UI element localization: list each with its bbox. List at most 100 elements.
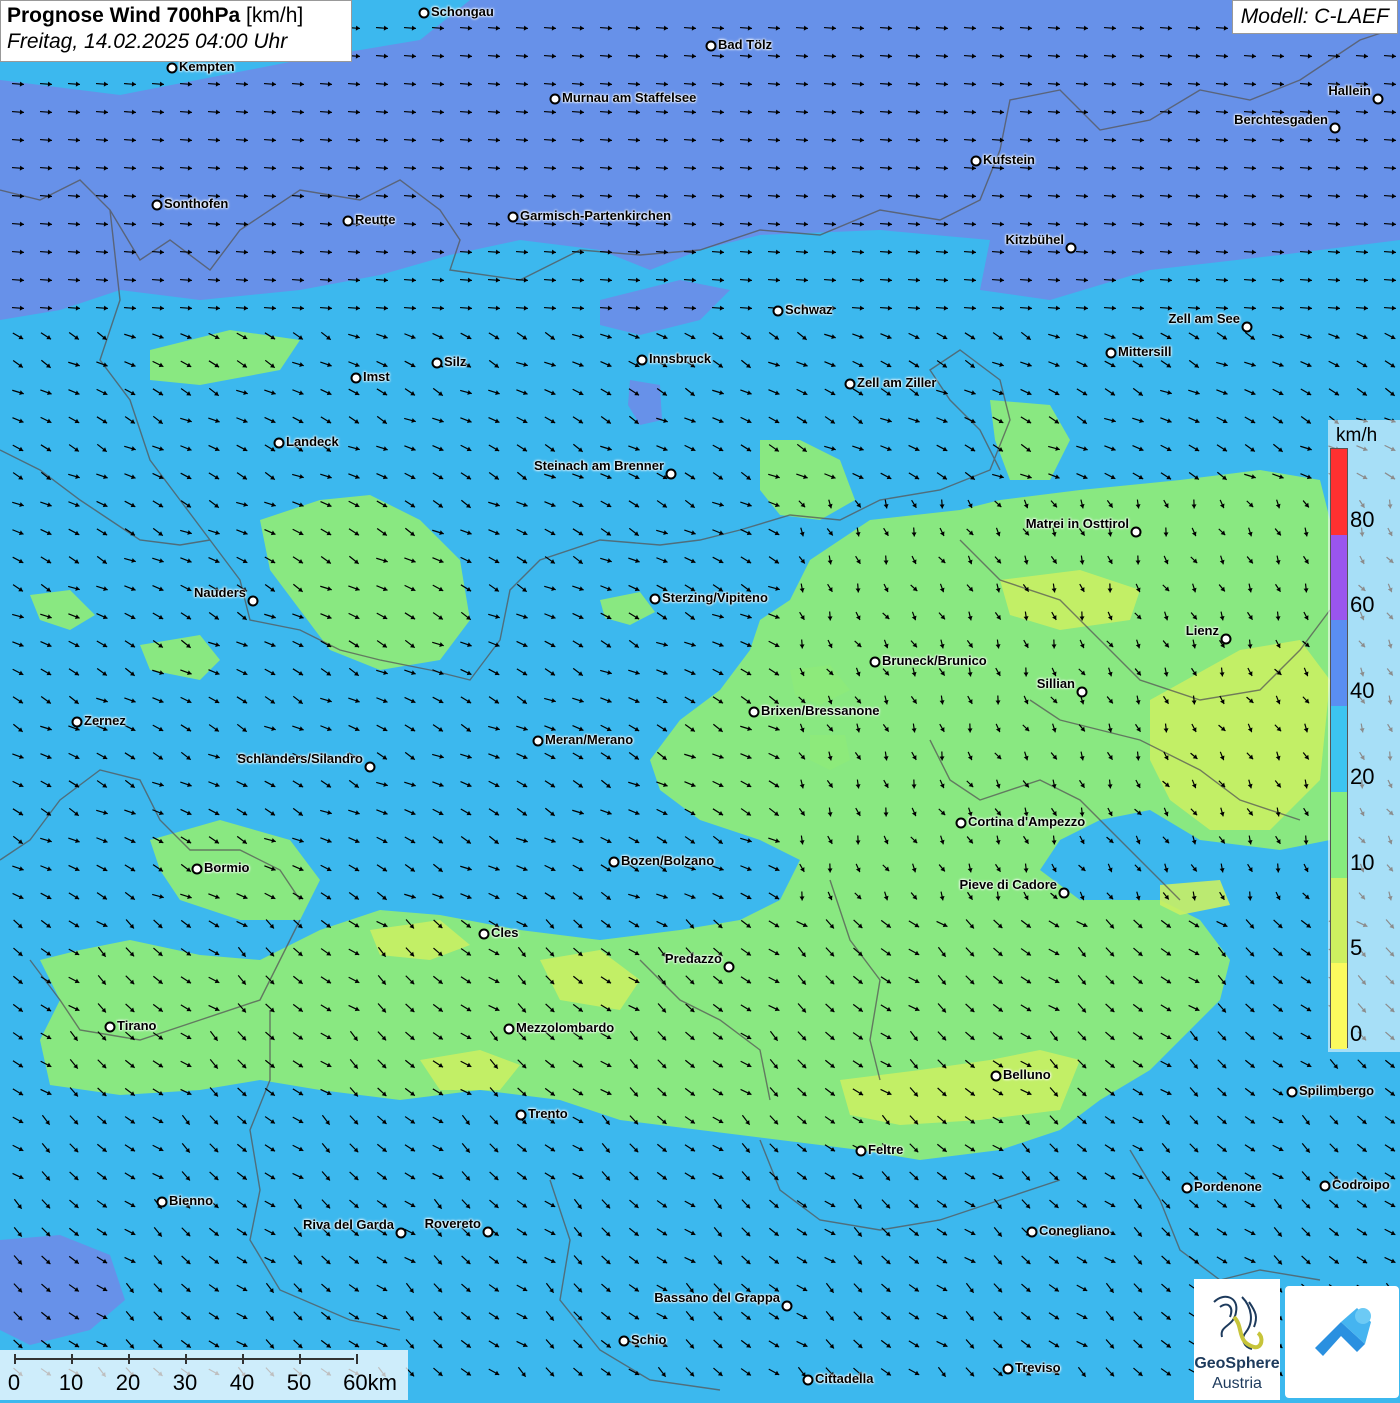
city-marker <box>1221 634 1232 645</box>
city-label: Bassano del Grappa <box>654 1290 780 1305</box>
legend-swatch <box>1331 706 1347 792</box>
city-marker <box>870 657 881 668</box>
scale-tick <box>128 1354 130 1364</box>
city-marker <box>274 438 285 449</box>
scale-label: 30 <box>173 1370 197 1396</box>
city-marker <box>724 962 735 973</box>
city-marker <box>609 857 620 868</box>
city-label: Landeck <box>286 434 339 449</box>
city-marker <box>1320 1181 1331 1192</box>
scale-line <box>14 1358 354 1360</box>
legend-tick-label: 5 <box>1350 935 1362 961</box>
city-marker <box>248 596 259 607</box>
city-label: Bruneck/Brunico <box>882 653 987 668</box>
city-label: Imst <box>363 369 390 384</box>
city-marker <box>956 818 967 829</box>
city-marker <box>637 355 648 366</box>
city-label: Bozen/Bolzano <box>621 853 714 868</box>
city-marker <box>516 1110 527 1121</box>
city-marker <box>749 707 760 718</box>
city-marker <box>479 929 490 940</box>
city-label: Silz <box>444 354 466 369</box>
city-label: Belluno <box>1003 1067 1051 1082</box>
city-label: Spilimbergo <box>1299 1083 1374 1098</box>
city-label: Kempten <box>179 59 235 74</box>
city-label: Sonthofen <box>164 196 228 211</box>
legend-swatch <box>1331 963 1347 1049</box>
city-marker <box>1330 123 1341 134</box>
scale-tick <box>185 1354 187 1364</box>
city-label: Cles <box>491 925 518 940</box>
city-label: Cittadella <box>815 1371 874 1386</box>
city-marker <box>650 594 661 605</box>
city-marker <box>343 216 354 227</box>
scale-label: 60km <box>343 1370 397 1396</box>
title-box: Prognose Wind 700hPa [km/h] Freitag, 14.… <box>0 0 352 62</box>
city-marker <box>706 41 717 52</box>
city-label: Zell am See <box>1168 311 1240 326</box>
city-label: Codroipo <box>1332 1177 1390 1192</box>
city-marker <box>1106 348 1117 359</box>
city-label: Zernez <box>84 713 126 728</box>
city-marker <box>1373 94 1384 105</box>
city-marker <box>1077 687 1088 698</box>
city-label: Rovereto <box>425 1216 481 1231</box>
city-marker <box>803 1375 814 1386</box>
city-marker <box>432 358 443 369</box>
city-label: Hallein <box>1328 83 1371 98</box>
city-marker <box>550 94 561 105</box>
city-marker <box>533 736 544 747</box>
legend-swatch <box>1331 535 1347 621</box>
city-label: Bad Tölz <box>718 37 772 52</box>
legend-unit: km/h <box>1336 425 1377 447</box>
city-label: Lienz <box>1186 623 1219 638</box>
scale-tick <box>242 1354 244 1364</box>
city-label: Innsbruck <box>649 351 711 366</box>
city-marker <box>1003 1364 1014 1375</box>
legend: km/h 806040201050 <box>1328 420 1400 1052</box>
city-label: Riva del Garda <box>303 1217 394 1232</box>
scale-label: 20 <box>116 1370 140 1396</box>
city-marker <box>773 306 784 317</box>
city-marker <box>351 373 362 384</box>
city-label: Schlanders/Silandro <box>237 751 363 766</box>
legend-tick-label: 40 <box>1350 678 1374 704</box>
city-label: Predazzo <box>665 951 722 966</box>
city-marker <box>782 1301 793 1312</box>
legend-tick-label: 60 <box>1350 592 1374 618</box>
scale-label: 50 <box>287 1370 311 1396</box>
legend-swatch <box>1331 620 1347 706</box>
city-label: Murnau am Staffelsee <box>562 90 696 105</box>
city-marker <box>1242 322 1253 333</box>
geosphere-logo: GeoSphere Austria <box>1194 1279 1280 1400</box>
city-label: Matrei in Osttirol <box>1026 516 1129 531</box>
city-marker <box>1131 527 1142 538</box>
city-marker <box>1059 888 1070 899</box>
city-marker <box>365 762 376 773</box>
legend-tick-label: 20 <box>1350 764 1374 790</box>
city-label: Pordenone <box>1194 1179 1262 1194</box>
city-label: Berchtesgaden <box>1234 112 1328 127</box>
city-label: Bormio <box>204 860 250 875</box>
city-label: Pieve di Cadore <box>959 877 1057 892</box>
city-marker <box>152 200 163 211</box>
city-label: Nauders <box>194 585 246 600</box>
page-title: Prognose Wind 700hPa [km/h] <box>7 4 345 28</box>
model-label: Modell: C-LAEF <box>1232 0 1398 34</box>
city-label: Kufstein <box>983 152 1035 167</box>
city-marker <box>1027 1227 1038 1238</box>
city-marker <box>504 1024 515 1035</box>
city-label: Schio <box>631 1332 666 1347</box>
city-marker <box>105 1022 116 1033</box>
city-marker <box>971 156 982 167</box>
legend-swatch <box>1331 878 1347 964</box>
city-marker <box>396 1228 407 1239</box>
scale-tick <box>14 1354 16 1364</box>
legend-tick-label: 80 <box>1350 507 1374 533</box>
city-label: Conegliano <box>1039 1223 1110 1238</box>
city-label: Schongau <box>431 4 494 19</box>
city-marker <box>419 8 430 19</box>
city-marker <box>845 379 856 390</box>
scale-label: 40 <box>230 1370 254 1396</box>
scale-label: 10 <box>59 1370 83 1396</box>
